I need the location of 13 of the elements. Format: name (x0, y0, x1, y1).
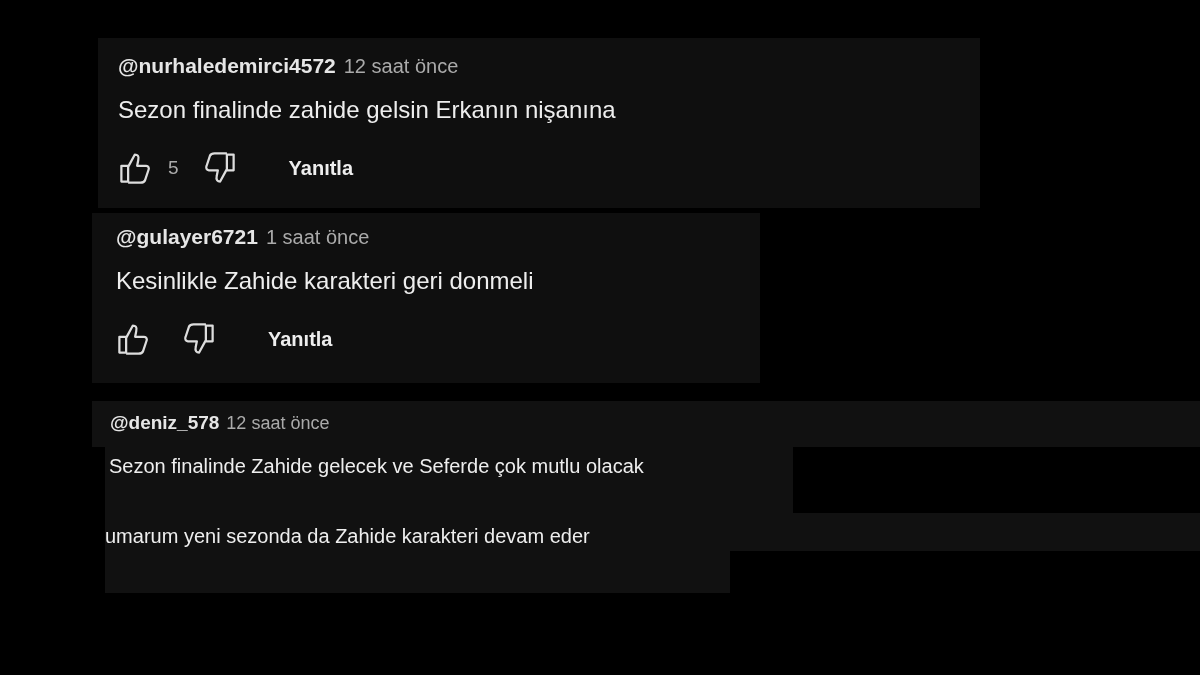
reply-button[interactable]: Yanıtla (288, 156, 354, 180)
comment-author[interactable]: @gulayer6721 (116, 225, 258, 249)
comment-time: 12 saat önce (343, 55, 459, 78)
comment-text: Sezon finalinde Zahide gelecek ve Seferde çok mutlu olacak (109, 455, 644, 477)
comment-text: umarum yeni sezonda da Zahide karakteri devam eder (105, 525, 590, 547)
comment-text: Sezon finalinde zahide gelsin Erkanın nişanına (118, 96, 617, 124)
comment-author[interactable]: @deniz_578 (110, 412, 220, 434)
like-count: 5 (168, 157, 179, 179)
comment-time: 1 saat önce (265, 226, 370, 249)
comment-text: Kesinlikle Zahide karakteri geri donmeli (116, 267, 535, 295)
comment-author[interactable]: @nurhaledemirci4572 (118, 54, 336, 78)
comment-time: 12 saat önce (226, 413, 330, 434)
reply-button[interactable]: Yanıtla (268, 327, 333, 351)
